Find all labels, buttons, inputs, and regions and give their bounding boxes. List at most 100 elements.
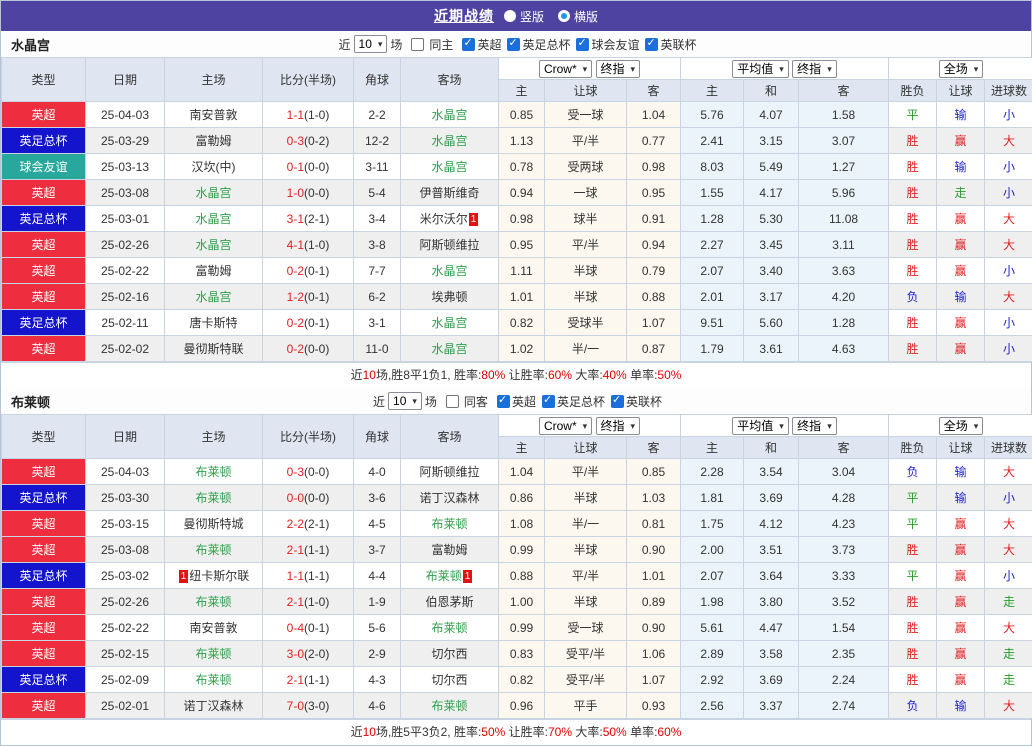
page-title: 近期战绩 <box>434 6 494 26</box>
avg-away-odds: 1.54 <box>799 615 889 641</box>
away-team: 伊普斯维奇 <box>401 180 499 206</box>
avg-draw-odds: 3.45 <box>744 232 799 258</box>
away-team-name: 水晶宫 <box>431 108 467 122</box>
home-team-name: 布莱顿 <box>195 595 231 609</box>
league-filter-checkbox[interactable]: ✓ <box>497 395 510 408</box>
full-time-score: 0-2 <box>287 342 304 356</box>
away-team: 埃弗顿 <box>401 284 499 310</box>
column-header: 主场 <box>165 58 263 102</box>
full-time-score: 1-2 <box>287 290 304 304</box>
avg-home-odds: 1.75 <box>681 511 744 537</box>
section-head: 水晶宫近10▾场同主✓英超✓英足总杯✓球会友谊✓英联杯 <box>1 31 1031 57</box>
away-team: 布莱顿 <box>401 693 499 719</box>
result-win-draw-loss: 负 <box>889 459 937 485</box>
team-name: 水晶宫 <box>11 35 50 54</box>
odds-company-select[interactable]: Crow*▾ <box>539 417 592 435</box>
result-handicap: 输 <box>937 154 985 180</box>
avg-stage-select[interactable]: 终指▾ <box>792 60 837 78</box>
same-venue-checkbox[interactable] <box>411 38 424 51</box>
match-row: 球会友谊25-03-13汉坎(中)0-1(0-0)3-11水晶宫0.78受两球0… <box>2 154 1032 180</box>
avg-company-select[interactable]: 平均值▾ <box>732 417 789 435</box>
home-team-name: 诺丁汉森林 <box>183 699 243 713</box>
avg-home-odds: 2.27 <box>681 232 744 258</box>
match-row: 英超25-03-15曼彻斯特城2-2(2-1)4-5布莱顿1.08半/一0.81… <box>2 511 1032 537</box>
avg-draw-odds: 5.60 <box>744 310 799 336</box>
away-team: 阿斯顿维拉 <box>401 232 499 258</box>
league-badge: 英超 <box>2 459 86 485</box>
match-scope-select[interactable]: 全场▾ <box>939 417 984 435</box>
avg-company-select-value: 平均值 <box>737 62 773 76</box>
corners: 2-2 <box>354 102 401 128</box>
full-time-score: 2-1 <box>287 673 304 687</box>
avg-away-odds: 2.74 <box>799 693 889 719</box>
recent-count-select-value: 10 <box>393 394 406 408</box>
league-filter-checkbox[interactable]: ✓ <box>507 38 520 51</box>
score-cell: 2-2(2-1) <box>263 511 354 537</box>
home-team: 水晶宫 <box>165 206 263 232</box>
result-handicap: 输 <box>937 693 985 719</box>
avg-stage-select[interactable]: 终指▾ <box>792 417 837 435</box>
section-head: 布莱顿近10▾场同客✓英超✓英足总杯✓英联杯 <box>1 388 1031 414</box>
avg-selects-cell: 平均值▾ 终指▾ <box>681 58 889 80</box>
result-win-draw-loss: 胜 <box>889 615 937 641</box>
avg-home-odds: 5.61 <box>681 615 744 641</box>
avg-home-odds: 5.76 <box>681 102 744 128</box>
radio-icon[interactable] <box>558 10 570 22</box>
summary-segment: 单率: <box>627 725 658 739</box>
odds-company-select[interactable]: Crow*▾ <box>539 60 592 78</box>
home-team: 布莱顿 <box>165 641 263 667</box>
home-team-name: 布莱顿 <box>195 647 231 661</box>
ah-line: 半/一 <box>545 336 627 362</box>
league-filter-checkbox[interactable]: ✓ <box>645 38 658 51</box>
corners: 4-4 <box>354 563 401 589</box>
league-filter-checkbox[interactable]: ✓ <box>611 395 624 408</box>
result-win-draw-loss: 胜 <box>889 232 937 258</box>
avg-home-odds: 2.92 <box>681 667 744 693</box>
away-team: 阿斯顿维拉 <box>401 459 499 485</box>
half-time-score: (0-1) <box>304 264 329 278</box>
ah-away-odds: 1.06 <box>627 641 681 667</box>
recent-count-select[interactable]: 10▾ <box>354 35 388 53</box>
league-filter-checkbox[interactable]: ✓ <box>462 38 475 51</box>
half-time-score: (3-0) <box>304 699 329 713</box>
match-date: 25-03-29 <box>86 128 165 154</box>
league-filter-checkbox[interactable]: ✓ <box>576 38 589 51</box>
radio-icon[interactable] <box>504 10 516 22</box>
ah-away-odds: 1.01 <box>627 563 681 589</box>
same-venue-checkbox[interactable] <box>446 395 459 408</box>
result-win-draw-loss: 负 <box>889 693 937 719</box>
league-filter-checkbox[interactable]: ✓ <box>542 395 555 408</box>
odds-stage-select[interactable]: 终指▾ <box>596 417 641 435</box>
avg-company-select[interactable]: 平均值▾ <box>732 60 789 78</box>
avg-column-header: 主 <box>681 437 744 459</box>
chevron-down-icon: ▾ <box>412 394 417 408</box>
avg-home-odds: 2.89 <box>681 641 744 667</box>
avg-home-odds: 2.01 <box>681 284 744 310</box>
odds-stage-select[interactable]: 终指▾ <box>596 60 641 78</box>
result-win-draw-loss: 平 <box>889 563 937 589</box>
home-team: 汉坎(中) <box>165 154 263 180</box>
match-row: 英超25-02-22富勒姆0-2(0-1)7-7水晶宫1.11半球0.792.0… <box>2 258 1032 284</box>
full-time-score: 1-0 <box>287 186 304 200</box>
result-win-draw-loss: 胜 <box>889 180 937 206</box>
full-time-score: 2-1 <box>287 543 304 557</box>
result-win-draw-loss: 平 <box>889 485 937 511</box>
summary-segment: 近 <box>351 368 363 382</box>
avg-home-odds: 2.56 <box>681 693 744 719</box>
recent-count-select[interactable]: 10 ▾ <box>388 392 422 410</box>
radio-horizontal-layout[interactable]: 横版 <box>558 8 598 25</box>
result-column-header: 胜负 <box>889 437 937 459</box>
league-badge: 英超 <box>2 693 86 719</box>
avg-home-odds: 1.98 <box>681 589 744 615</box>
avg-away-odds: 3.11 <box>799 232 889 258</box>
chevron-down-icon: ▾ <box>631 419 636 433</box>
avg-draw-odds: 3.64 <box>744 563 799 589</box>
ah-home-odds: 0.99 <box>499 615 545 641</box>
radio-vertical-layout[interactable]: 竖版 <box>504 8 544 25</box>
avg-home-odds: 1.79 <box>681 336 744 362</box>
league-badge: 英超 <box>2 615 86 641</box>
match-scope-select[interactable]: 全场▾ <box>939 60 984 78</box>
summary-segment: 近 <box>351 725 363 739</box>
score-cell: 0-0(0-0) <box>263 485 354 511</box>
home-team: 布莱顿 <box>165 459 263 485</box>
